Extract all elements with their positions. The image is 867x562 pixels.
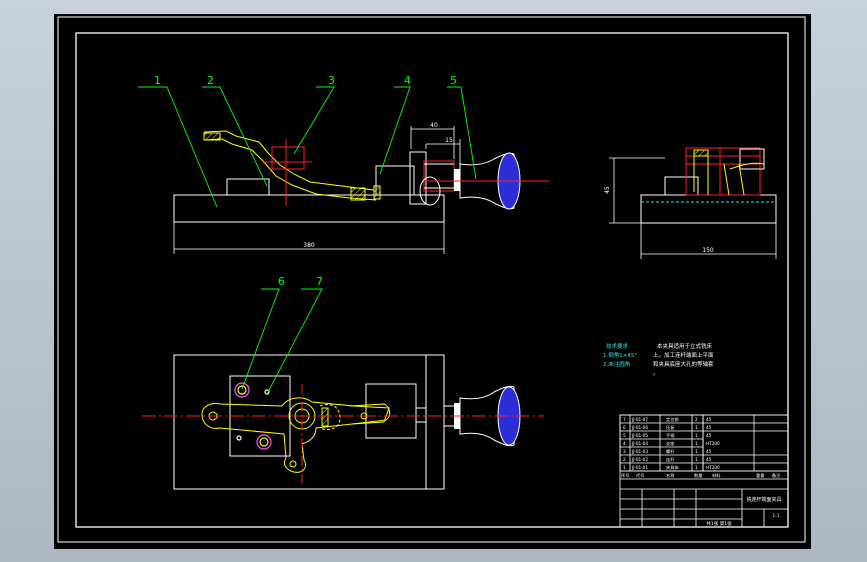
bom-row-4-material: HT200 [706, 441, 720, 446]
balloon-6: 6 [278, 275, 285, 288]
bom-row-6-material: 45 [706, 425, 712, 430]
front-clamp-lever [203, 130, 381, 201]
bom-row-5-no: 5 [623, 433, 626, 438]
bom-row-2-code: JJ-01-02 [631, 457, 648, 462]
clamp-head [264, 139, 312, 206]
dim-front-offset-b: 15 [445, 137, 453, 144]
dim-side-height: 45 [604, 186, 611, 194]
balloon-7: 7 [316, 275, 323, 288]
bom-row-5-material: 45 [706, 433, 712, 438]
notes-text-1: 本夹具适用于立式铣床 [657, 342, 713, 350]
assembly-drawing: 380 40 15 1 2 3 4 5 45 150 6 7 技术要求 1.倒角… [57, 16, 806, 543]
cad-drawing-canvas: 380 40 15 1 2 3 4 5 45 150 6 7 技术要求 1.倒角… [54, 14, 811, 549]
bom-row-3-qty: 1 [695, 449, 698, 454]
top-view [173, 354, 445, 490]
dim-side-width: 150 [702, 247, 714, 254]
bom-table: 7 JJ-01-07 定位销 2 45 6 JJ-01-06 压板 1 45 5… [621, 416, 781, 479]
balloon-1: 1 [154, 74, 161, 87]
bom-header-code: 代号 [636, 472, 644, 479]
bom-row-7-material: 45 [706, 417, 712, 422]
bom-row-1-qty: 1 [695, 465, 698, 470]
dim-front-length: 380 [303, 242, 315, 249]
bom-header-no: 序号 [621, 472, 629, 479]
bom-row-2-qty: 1 [695, 457, 698, 462]
bom-row-2-no: 2 [623, 457, 626, 462]
bom-row-2-material: 45 [706, 457, 712, 462]
bom-row-7-no: 7 [623, 417, 626, 422]
bom-row-1-no: 1 [623, 465, 626, 470]
balloon-4: 4 [404, 74, 411, 87]
bom-row-1-name: 夹具体 [666, 464, 679, 471]
bom-row-5-qty: 1 [695, 433, 698, 438]
technical-notes: 技术要求 1.倒角1×45° 2.未注圆角 本夹具适用于立式铣床 上，加工连杆端… [603, 342, 714, 377]
base-plate [173, 194, 445, 223]
notes-text-4: 。 [653, 371, 659, 377]
bom-row-5-code: JJ-01-05 [631, 433, 648, 438]
notes-item-2: 2.未注圆角 [603, 360, 630, 368]
bom-row-4-no: 4 [623, 441, 626, 446]
notes-heading: 技术要求 [606, 342, 629, 350]
bom-row-7-code: JJ-01-07 [631, 417, 648, 422]
balloon-3: 3 [328, 74, 335, 87]
bom-row-7-name: 定位销 [666, 416, 679, 423]
leaders-bottom [241, 288, 323, 395]
bom-row-4-code: JJ-01-04 [631, 441, 648, 446]
bom-row-1-material: HT200 [706, 465, 720, 470]
side-dimensions [609, 157, 777, 259]
inner-frame [75, 32, 789, 528]
notes-text-2: 上，加工连杆端面上平面 [653, 351, 714, 359]
bom-row-6-qty: 1 [695, 425, 698, 430]
bom-row-4-qty: 1 [695, 441, 698, 446]
bom-header-name: 名称 [666, 472, 674, 479]
balloon-2: 2 [207, 74, 214, 87]
title-block [619, 414, 789, 528]
front-dimensions [173, 126, 461, 254]
leaders-top [138, 86, 477, 208]
bom-row-6-no: 6 [623, 425, 626, 430]
bom-row-3-code: JJ-01-03 [631, 449, 648, 454]
bom-row-3-material: 45 [706, 449, 712, 454]
drawing-title: 铣连杆端面夹具 [746, 496, 781, 503]
bom-row-7-qty: 2 [695, 417, 698, 422]
drawing-scale: 1:1 [772, 513, 779, 519]
bom-row-3-name: 螺杆 [666, 448, 675, 455]
bom-header-remark: 备注 [772, 472, 781, 479]
notes-text-3: 和夹具底座大孔的等轴套 [653, 360, 714, 368]
support-block-left [226, 178, 270, 196]
bom-header-qty: 数量 [694, 472, 702, 479]
dim-front-offset-a: 40 [430, 122, 438, 129]
bom-row-5-name: 手柄 [666, 432, 674, 439]
notes-item-1: 1.倒角1×45° [603, 351, 637, 359]
bom-row-1-code: JJ-01-01 [631, 465, 648, 470]
drawing-sheet: 共1张 第1张 [706, 520, 732, 527]
bom-header-material: 材料 [712, 472, 721, 479]
bom-row-4-name: 支座 [666, 440, 674, 447]
bom-row-2-name: 连杆 [666, 456, 675, 463]
bom-row-6-name: 压板 [666, 424, 675, 431]
balloon-5: 5 [450, 74, 457, 87]
side-view [640, 147, 777, 224]
bom-row-6-code: JJ-01-06 [631, 425, 648, 430]
bom-row-3-no: 3 [623, 449, 626, 454]
bom-header-weight: 重量 [756, 472, 764, 479]
